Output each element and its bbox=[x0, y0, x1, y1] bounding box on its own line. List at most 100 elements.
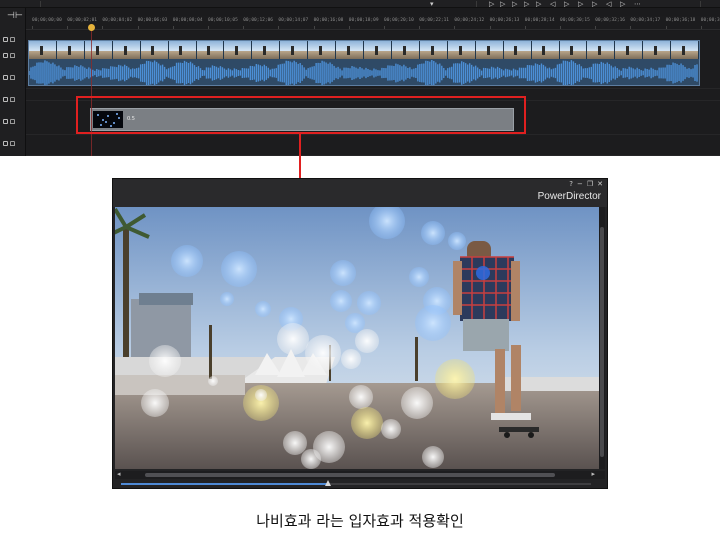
ruler-tick bbox=[278, 26, 280, 29]
toolbar-separator bbox=[40, 1, 41, 7]
ruler-timecode: 00;00;34;17 bbox=[630, 18, 661, 23]
film-frame bbox=[308, 41, 337, 59]
ruler-tick bbox=[665, 26, 667, 29]
ruler-timecode: 00;00;24;12 bbox=[454, 18, 485, 23]
caption-text: 나비효과 라는 입자효과 적용확인 bbox=[256, 512, 464, 530]
checkbox-icon[interactable] bbox=[3, 140, 8, 146]
film-frame bbox=[112, 41, 141, 59]
ruler-timecode: 00;00;22;11 bbox=[419, 18, 449, 23]
film-frame bbox=[531, 41, 560, 59]
film-frame bbox=[391, 41, 420, 59]
ruler-tick bbox=[560, 26, 561, 29]
ruler-tick bbox=[32, 26, 33, 29]
ruler-tick bbox=[489, 26, 491, 29]
scroll-left-icon[interactable]: ◂ bbox=[117, 470, 121, 478]
film-frame bbox=[252, 41, 281, 59]
stop-icon[interactable]: ▷ bbox=[512, 0, 517, 8]
repeat-icon[interactable]: ◁ bbox=[550, 0, 555, 8]
step-back-icon[interactable]: ▷ bbox=[500, 0, 505, 8]
frame-forward-icon[interactable]: ▷ bbox=[536, 0, 541, 8]
scroll-thumb[interactable] bbox=[600, 227, 604, 457]
playhead-handle[interactable] bbox=[88, 24, 95, 31]
ruler-tick bbox=[67, 26, 69, 29]
ruler-timecode: 00;00;14;07 bbox=[278, 18, 309, 23]
slider-knob[interactable] bbox=[324, 480, 331, 486]
preview-video[interactable] bbox=[115, 207, 599, 469]
track-controls[interactable] bbox=[3, 34, 25, 44]
checkbox-icon[interactable] bbox=[3, 96, 8, 102]
checkbox-icon[interactable] bbox=[3, 118, 8, 124]
ruler-timecode: 00;00;12;06 bbox=[243, 18, 273, 23]
restore-icon[interactable]: ❐ bbox=[587, 180, 593, 188]
ruler-timecode: 00;00;38;19 bbox=[700, 18, 720, 23]
track-controls[interactable] bbox=[3, 138, 25, 148]
ruler-timecode: 00;00;32;16 bbox=[595, 18, 625, 23]
track-controls[interactable] bbox=[3, 72, 25, 82]
minimize-icon[interactable]: − bbox=[577, 180, 583, 188]
video-clip[interactable] bbox=[28, 40, 700, 86]
lock-icon[interactable] bbox=[10, 118, 15, 124]
ruler-timecode: 00;00;04;02 bbox=[102, 18, 133, 23]
ruler-timecode: 00;00;08;04 bbox=[172, 18, 203, 23]
lock-icon[interactable] bbox=[10, 52, 15, 58]
playback-slider[interactable] bbox=[121, 480, 591, 487]
film-frame bbox=[447, 41, 476, 59]
preview-titlebar: ? − ❐ ✕ PowerDirector bbox=[113, 179, 607, 207]
ruler-tick bbox=[313, 26, 315, 29]
ruler-timecode: 00;00;30;15 bbox=[560, 18, 590, 23]
ruler-tick bbox=[524, 26, 526, 29]
marker-icon[interactable]: ▷ bbox=[620, 0, 625, 8]
fullscreen-icon[interactable]: ▷ bbox=[592, 0, 597, 8]
ruler-timecode: 00;00;36;18 bbox=[665, 18, 696, 23]
horizontal-scrollbar[interactable]: ◂ ▸ bbox=[115, 470, 605, 479]
film-frame bbox=[84, 41, 113, 59]
ruler-timecode: 00;00;02;01 bbox=[67, 18, 97, 23]
fit-timeline-icon[interactable]: ⊣⊢ bbox=[7, 11, 23, 21]
step-forward-icon[interactable]: ▷ bbox=[524, 0, 529, 8]
track-controls[interactable] bbox=[3, 94, 25, 104]
settings-icon[interactable]: ⋯ bbox=[634, 0, 641, 8]
preview-frame bbox=[115, 207, 599, 469]
play-icon[interactable]: ▷ bbox=[489, 0, 494, 8]
toolbar-separator bbox=[700, 1, 701, 7]
film-frame bbox=[587, 41, 616, 59]
checkbox-icon[interactable] bbox=[3, 36, 8, 42]
time-ruler[interactable]: 00;00;00;00 00;00;02;01 00;00;04;02 00;00;0… bbox=[26, 16, 720, 30]
ruler-timecode: 00;00;00;00 bbox=[32, 18, 62, 23]
ruler-tick bbox=[208, 26, 209, 29]
lock-icon[interactable] bbox=[10, 74, 15, 80]
lock-icon[interactable] bbox=[10, 96, 15, 102]
close-icon[interactable]: ✕ bbox=[597, 180, 603, 188]
snapshot-icon[interactable]: ▷ bbox=[578, 0, 583, 8]
scroll-right-icon[interactable]: ▸ bbox=[591, 470, 595, 478]
film-frame bbox=[56, 41, 85, 59]
help-icon[interactable]: ? bbox=[569, 180, 573, 188]
film-frame bbox=[364, 41, 392, 59]
ruler-tick bbox=[137, 26, 139, 29]
timeline-toolbar: ▾ ▷ ▷ ▷ ▷ ▷ ◁ ▷ ▷ ▷ ◁ ▷ ⋯ bbox=[0, 0, 720, 8]
zoom-icon[interactable]: ◁ bbox=[606, 0, 611, 8]
checkbox-icon[interactable] bbox=[3, 74, 8, 80]
lock-icon[interactable] bbox=[10, 140, 15, 146]
film-frame bbox=[140, 41, 169, 59]
dropdown-caret-icon[interactable]: ▾ bbox=[430, 0, 434, 8]
highlight-box bbox=[76, 96, 526, 134]
toolbar-separator bbox=[476, 1, 477, 7]
film-frame bbox=[29, 41, 57, 59]
vertical-scrollbar[interactable] bbox=[599, 207, 605, 469]
empty-track bbox=[26, 135, 720, 156]
waveform-path bbox=[29, 60, 698, 85]
ruler-tick bbox=[630, 26, 632, 29]
scroll-thumb[interactable] bbox=[145, 473, 555, 477]
ruler-timecode: 00;00;16;08 bbox=[313, 18, 344, 23]
film-frame bbox=[559, 41, 588, 59]
track-controls[interactable] bbox=[3, 116, 25, 126]
volume-icon[interactable]: ▷ bbox=[564, 0, 569, 8]
film-frame bbox=[168, 41, 197, 59]
film-frame bbox=[419, 41, 448, 59]
lock-icon[interactable] bbox=[10, 36, 15, 42]
checkbox-icon[interactable] bbox=[3, 52, 8, 58]
ruler-tick bbox=[595, 26, 597, 29]
page: ▾ ▷ ▷ ▷ ▷ ▷ ◁ ▷ ▷ ▷ ◁ ▷ ⋯ ⊣⊢ 00;00;00;00… bbox=[0, 0, 720, 543]
track-controls[interactable] bbox=[3, 50, 25, 60]
